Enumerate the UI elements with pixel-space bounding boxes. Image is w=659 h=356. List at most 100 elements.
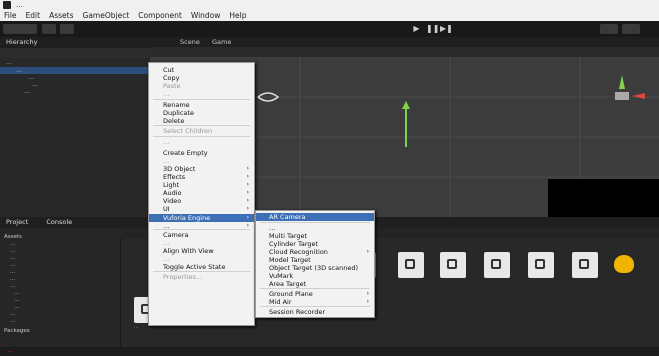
tab-console[interactable]: Console: [46, 218, 72, 226]
folder-item[interactable]: …: [10, 283, 16, 289]
context-menu-item-label: Select Children: [163, 127, 213, 135]
folder-item[interactable]: …: [10, 248, 16, 254]
submenu-item[interactable]: AR Camera: [256, 213, 374, 221]
context-menu-item-label: Rename: [163, 101, 190, 109]
submenu-item[interactable]: Multi Target: [256, 232, 374, 240]
layers-dropdown[interactable]: [600, 24, 618, 34]
folder-item[interactable]: …: [10, 311, 16, 317]
context-menu-item[interactable]: Rename: [149, 101, 254, 109]
chevron-right-icon: ›: [246, 181, 249, 188]
hierarchy-tab[interactable]: Hierarchy: [6, 38, 37, 46]
menu-help[interactable]: Help: [229, 10, 246, 21]
submenu-item[interactable]: Cylinder Target: [256, 240, 374, 248]
light-asset-icon[interactable]: [614, 255, 634, 273]
submenu-item[interactable]: Area Target: [256, 280, 374, 288]
context-menu-item[interactable]: Toggle Active State: [149, 263, 254, 271]
step-icon[interactable]: ▶❚: [440, 24, 453, 33]
chevron-right-icon: ›: [246, 173, 249, 180]
account-button[interactable]: [3, 24, 37, 34]
submenu-item[interactable]: Session Recorder: [256, 308, 374, 316]
menu-edit[interactable]: Edit: [26, 10, 41, 21]
prefab-asset-icon[interactable]: [572, 252, 598, 278]
submenu-item[interactable]: …: [256, 224, 374, 232]
submenu-item[interactable]: Ground Plane ›: [256, 290, 374, 298]
folder-item[interactable]: Packages: [4, 328, 30, 334]
hierarchy-search[interactable]: [0, 48, 150, 58]
unity-logo-icon: [3, 1, 11, 9]
menu-component[interactable]: Component: [138, 10, 182, 21]
context-menu-item[interactable]: UI ›: [149, 205, 254, 213]
hierarchy-row[interactable]: …: [0, 88, 150, 95]
context-menu-item-label: Vuforia Engine: [163, 214, 211, 222]
menu-gameobject[interactable]: GameObject: [83, 10, 130, 21]
context-menu-item-label: Audio: [163, 189, 182, 197]
context-menu-item[interactable]: Align With View: [149, 247, 254, 255]
cloud-icon[interactable]: [42, 24, 56, 34]
submenu-item[interactable]: Object Target (3D scanned): [256, 264, 374, 272]
context-menu-item-label: Duplicate: [163, 109, 194, 117]
context-menu-item[interactable]: Camera: [149, 231, 254, 239]
prefab-asset-icon[interactable]: [484, 252, 510, 278]
context-menu-item[interactable]: Effects ›: [149, 173, 254, 181]
submenu-item-label: Mid Air: [269, 298, 292, 306]
prefab-asset-icon[interactable]: [528, 252, 554, 278]
tab-scene[interactable]: Scene: [180, 38, 200, 46]
folder-item[interactable]: …: [10, 269, 16, 275]
layout-dropdown[interactable]: [622, 24, 640, 34]
context-menu-item[interactable]: Light ›: [149, 181, 254, 189]
context-menu-item: …: [149, 90, 254, 98]
submenu-item[interactable]: VuMark: [256, 272, 374, 280]
context-menu-item[interactable]: Delete: [149, 117, 254, 125]
context-menu-item[interactable]: Vuforia Engine ›: [149, 214, 254, 222]
context-menu-item[interactable]: Copy: [149, 74, 254, 82]
hierarchy-row[interactable]: …: [0, 59, 150, 66]
context-menu-item: …: [149, 255, 254, 263]
folder-item[interactable]: …: [10, 262, 16, 268]
hierarchy-row[interactable]: …: [0, 74, 150, 81]
play-icon[interactable]: ▶: [412, 24, 421, 33]
status-message: …: [8, 348, 14, 354]
hierarchy-row[interactable]: …: [0, 67, 150, 74]
context-menu-item-label: Delete: [163, 117, 185, 125]
context-menu-item-label: Cut: [163, 66, 175, 74]
submenu-item[interactable]: Mid Air ›: [256, 298, 374, 306]
context-menu-item[interactable]: Duplicate: [149, 109, 254, 117]
folder-item[interactable]: …: [10, 318, 16, 324]
menu-separator: [260, 306, 370, 307]
chevron-right-icon: ›: [246, 205, 249, 212]
context-menu-item-label: Paste: [163, 82, 181, 90]
prefab-asset-icon[interactable]: [398, 252, 424, 278]
folder-item[interactable]: …: [14, 297, 20, 303]
submenu-item-label: Ground Plane: [269, 290, 313, 298]
context-menu-item[interactable]: Create Empty: [149, 149, 254, 157]
folder-item[interactable]: …: [14, 290, 20, 296]
context-menu-item-label: …: [163, 239, 170, 247]
hierarchy-row[interactable]: …: [0, 81, 150, 88]
prefab-asset-icon[interactable]: [440, 252, 466, 278]
menu-window[interactable]: Window: [191, 10, 221, 21]
collab-icon[interactable]: [60, 24, 74, 34]
submenu-item[interactable]: Cloud Recognition ›: [256, 248, 374, 256]
menu-assets[interactable]: Assets: [49, 10, 73, 21]
submenu-item-label: Area Target: [269, 280, 307, 288]
context-menu-item[interactable]: 3D Object ›: [149, 165, 254, 173]
menu-file[interactable]: File: [4, 10, 17, 21]
context-menu-item-label: Camera: [163, 231, 189, 239]
context-menu-item-label: Copy: [163, 74, 180, 82]
folder-item[interactable]: …: [10, 241, 16, 247]
context-menu-item-label: Toggle Active State: [163, 263, 226, 271]
folder-item[interactable]: …: [10, 255, 16, 261]
folder-item[interactable]: …: [14, 304, 20, 310]
folder-item[interactable]: …: [10, 276, 16, 282]
context-menu-item[interactable]: Video ›: [149, 197, 254, 205]
menu-separator: [260, 222, 370, 223]
menu-bar: File Edit Assets GameObject Component Wi…: [0, 10, 659, 21]
context-menu-item[interactable]: Audio ›: [149, 189, 254, 197]
folder-item[interactable]: Assets: [4, 234, 22, 240]
tab-game[interactable]: Game: [212, 38, 231, 46]
submenu-item-label: Cylinder Target: [269, 240, 319, 248]
pause-icon[interactable]: ❚❚: [426, 24, 439, 33]
submenu-item[interactable]: Model Target: [256, 256, 374, 264]
context-menu-item[interactable]: Cut: [149, 66, 254, 74]
tab-project[interactable]: Project: [6, 218, 28, 226]
